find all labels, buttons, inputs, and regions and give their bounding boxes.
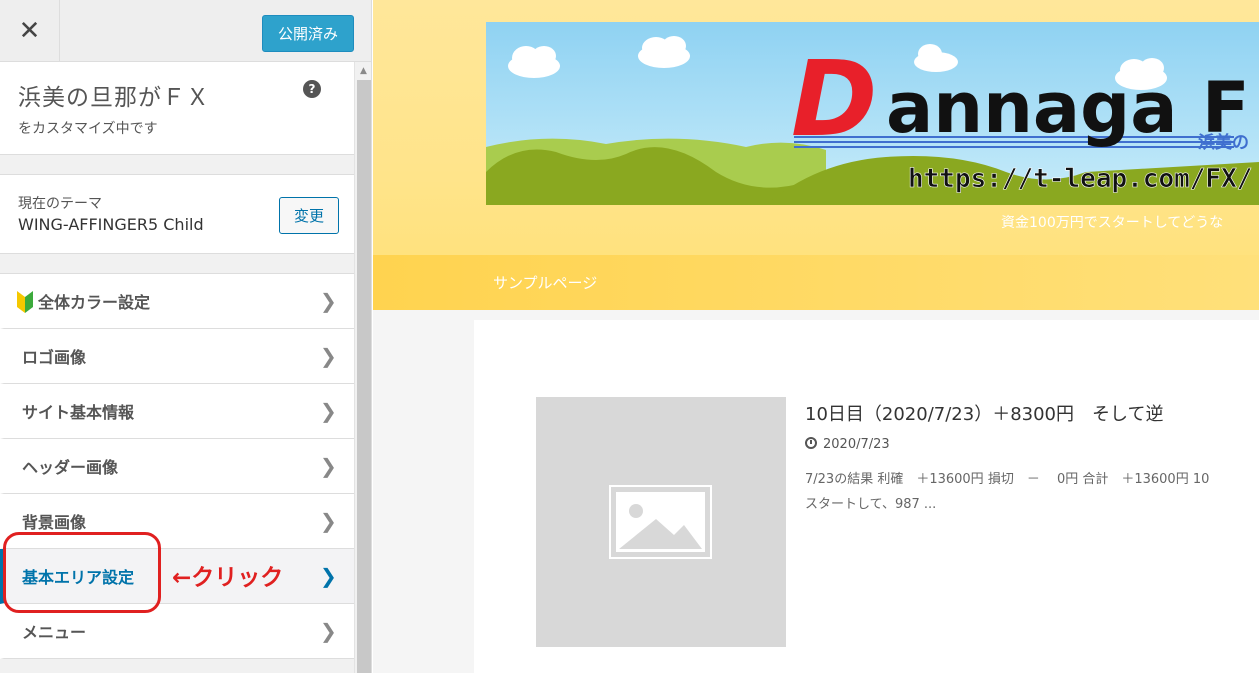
banner-logo-D: D — [791, 38, 877, 160]
banner-logo-text: annaga F — [886, 67, 1250, 149]
beginner-leaf-icon — [17, 291, 33, 313]
post-list-card: 10日目（2020/7/23）＋8300円 そして逆 2020/7/23 7/2… — [474, 320, 1259, 673]
menu-item-menus[interactable]: メニュー ❯ — [0, 604, 354, 659]
scroll-up-arrow-icon[interactable]: ▲ — [355, 62, 371, 80]
menu-item-logo-image[interactable]: ロゴ画像 ❯ — [0, 329, 354, 384]
menu-item-background-image[interactable]: 背景画像 ❯ — [0, 494, 354, 549]
scrollbar-thumb[interactable] — [357, 80, 371, 673]
menu-item-global-color[interactable]: 全体カラー設定 ❯ — [0, 274, 354, 329]
chevron-right-icon: ❯ — [320, 564, 337, 588]
post-date-text: 2020/7/23 — [823, 437, 890, 452]
help-icon[interactable]: ? — [303, 80, 321, 98]
site-title: 浜美の旦那がＦＸ — [18, 85, 210, 111]
chevron-right-icon: ❯ — [320, 509, 337, 533]
banner-illustration: D annaga F 浜美の https://t-leap.com/FX/ — [486, 22, 1259, 205]
menu-item-label: ロゴ画像 — [22, 348, 87, 367]
banner-sub-text: 浜美の — [1198, 132, 1249, 153]
chevron-right-icon: ❯ — [320, 344, 337, 368]
scrollbar[interactable]: ▲ — [354, 62, 371, 673]
chevron-right-icon: ❯ — [320, 289, 337, 313]
menu-item-header-image[interactable]: ヘッダー画像 ❯ — [0, 439, 354, 494]
chevron-right-icon: ❯ — [320, 619, 337, 643]
close-button[interactable]: ✕ — [0, 0, 60, 62]
post-title-link[interactable]: 10日目（2020/7/23）＋8300円 そして逆 — [805, 400, 1163, 426]
chevron-right-icon: ❯ — [320, 454, 337, 478]
menu-item-site-identity[interactable]: サイト基本情報 ❯ — [0, 384, 354, 439]
site-catchphrase: 資金100万円でスタートしてどうな — [1001, 215, 1224, 231]
site-preview: D annaga F 浜美の https://t-leap.com/FX/ 資金… — [373, 0, 1259, 673]
customizer-header: ✕ 公開済み — [0, 0, 371, 62]
customizer-sidebar: ✕ 公開済み 浜美の旦那がＦＸ をカスタマイズ中です ? 現在のテーマ WING… — [0, 0, 372, 673]
excerpt-line: スタートして、987 ... — [805, 497, 937, 512]
section-gap — [0, 254, 354, 274]
menu-item-label: 背景画像 — [22, 513, 87, 532]
nav-item-sample-page[interactable]: サンプルページ — [493, 272, 597, 293]
section-gap — [0, 155, 354, 175]
customize-info: 浜美の旦那がＦＸ をカスタマイズ中です ? — [0, 62, 354, 155]
menu-item-label: ヘッダー画像 — [22, 458, 119, 477]
change-theme-button[interactable]: 変更 — [279, 197, 339, 234]
banner-url-text: https://t-leap.com/FX/ — [908, 164, 1252, 194]
post-excerpt: 7/23の結果 利確 ＋13600円 損切 － 0円 合計 ＋13600円 10… — [805, 467, 1259, 517]
menu-item-label: サイト基本情報 — [22, 403, 135, 422]
post-thumbnail-placeholder[interactable] — [536, 397, 786, 647]
publish-button[interactable]: 公開済み — [262, 15, 354, 52]
menu-item-label: 全体カラー設定 — [38, 293, 151, 312]
post-date: 2020/7/23 — [805, 437, 890, 452]
annotation-click-label: ←クリック — [172, 565, 284, 591]
chevron-right-icon: ❯ — [320, 399, 337, 423]
site-header: D annaga F 浜美の https://t-leap.com/FX/ 資金… — [373, 0, 1259, 255]
menu-item-label: メニュー — [22, 623, 87, 642]
global-nav: サンプルページ — [373, 255, 1259, 310]
customizing-subtitle: をカスタマイズ中です — [18, 121, 158, 137]
menu-item-label: 基本エリア設定 — [22, 568, 135, 587]
header-banner-image[interactable]: D annaga F 浜美の https://t-leap.com/FX/ — [486, 22, 1259, 205]
image-placeholder-icon — [609, 485, 712, 559]
current-theme-section: 現在のテーマ WING-AFFINGER5 Child 変更 — [0, 175, 354, 254]
excerpt-line: 7/23の結果 利確 ＋13600円 損切 － 0円 合計 ＋13600円 10 — [805, 472, 1210, 487]
clock-icon — [805, 437, 817, 449]
